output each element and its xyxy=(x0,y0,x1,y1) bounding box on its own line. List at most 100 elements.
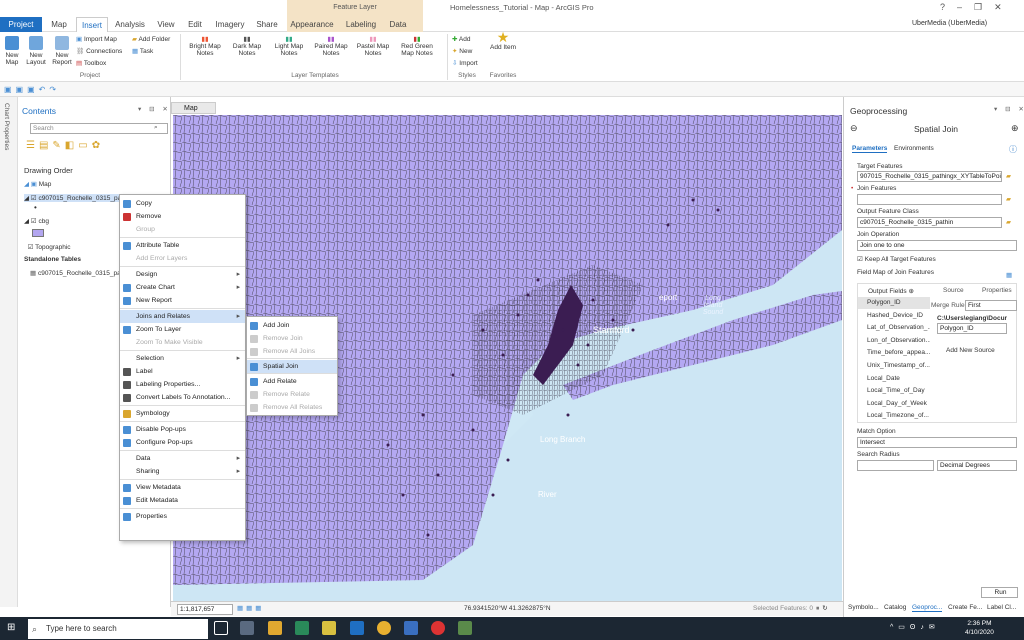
source-field-select[interactable]: Polygon_ID xyxy=(937,323,1007,334)
pane-controls[interactable]: ▾ ⊟ ✕ xyxy=(138,105,171,113)
menu-item-remove[interactable]: Remove xyxy=(120,210,245,223)
layer-cbg[interactable]: ◢ ☑ cbg xyxy=(24,217,49,225)
tab-analysis[interactable]: Analysis xyxy=(110,17,150,32)
user-account[interactable]: UberMedia (UberMedia) xyxy=(912,20,987,27)
menu-item-disable-pop-ups[interactable]: Disable Pop-ups xyxy=(120,423,245,436)
menu-item-properties[interactable]: Properties xyxy=(120,510,245,523)
add-new-source-button[interactable]: Add New Source xyxy=(946,347,995,354)
tab-share[interactable]: Share xyxy=(252,17,282,32)
output-field-item[interactable]: Time_before_appea... xyxy=(858,347,930,359)
map-nav-icons[interactable]: ▦▦▦ xyxy=(237,604,264,612)
import-map-button[interactable]: ▣ Import Map xyxy=(76,36,117,43)
file-explorer-icon[interactable] xyxy=(268,621,282,635)
menu-item-view-metadata[interactable]: View Metadata xyxy=(120,481,245,494)
app-icon[interactable] xyxy=(458,621,472,635)
menu-item-attribute-table[interactable]: Attribute Table xyxy=(120,239,245,252)
standalone-table-item[interactable]: ▦ c907015_Rochelle_0315_pathin xyxy=(30,269,131,277)
bottom-tab[interactable]: Label Cl... xyxy=(987,604,1016,611)
paired-map-notes-button[interactable]: ▮▮ Paired Map Notes xyxy=(312,36,350,57)
menu-item-selection[interactable]: Selection ▸ xyxy=(120,352,245,365)
styles-add-button[interactable]: ✚ Add xyxy=(452,36,470,43)
map-node[interactable]: ◢ ▣ Map xyxy=(24,180,51,188)
red-green-map-notes-button[interactable]: ▮▮ Red Green Map Notes xyxy=(396,36,438,57)
app-icon[interactable] xyxy=(322,621,336,635)
browse-folder-icon[interactable]: ▰ xyxy=(1006,195,1011,203)
pane-controls[interactable]: ▾ ⊟ ✕ xyxy=(994,105,1024,113)
tab-appearance[interactable]: Appearance xyxy=(288,17,336,32)
tab-parameters[interactable]: Parameters xyxy=(852,145,888,153)
menu-item-copy[interactable]: Copy xyxy=(120,197,245,210)
map-view-tab[interactable]: Map xyxy=(171,102,216,114)
bottom-tab[interactable]: Catalog xyxy=(884,604,906,611)
output-field-item[interactable]: Unix_Timestamp_of... xyxy=(858,360,930,372)
connections-button[interactable]: ⛓ Connections xyxy=(76,48,122,55)
taskbar-search-box[interactable]: Type here to search xyxy=(28,619,208,639)
properties-header[interactable]: Properties xyxy=(982,287,1012,294)
field-map-icon[interactable]: ▦ xyxy=(1006,271,1012,279)
browse-folder-icon[interactable]: ▰ xyxy=(1006,172,1011,180)
styles-new-button[interactable]: ✦ New xyxy=(452,48,472,55)
add-field-icon[interactable]: ⊕ xyxy=(908,288,913,295)
output-field-item[interactable]: Local_Date xyxy=(858,373,930,385)
output-field-item[interactable]: Local_Day_of_Week xyxy=(858,398,930,410)
menu-item-create-chart[interactable]: Create Chart ▸ xyxy=(120,281,245,294)
quick-access-icons[interactable]: ▣▣▣↶↷ xyxy=(4,85,60,94)
output-field-item[interactable]: Lon_of_Observation... xyxy=(858,335,930,347)
menu-item-new-report[interactable]: New Report xyxy=(120,294,245,307)
menu-item-sharing[interactable]: Sharing ▸ xyxy=(120,465,245,478)
add-favorite-item-button[interactable]: ★ Add Item xyxy=(490,30,516,51)
app-icon[interactable] xyxy=(295,621,309,635)
layer-topographic[interactable]: ☑ Topographic xyxy=(24,243,71,251)
add-folder-button[interactable]: ▰ Add Folder xyxy=(132,36,170,43)
menu-item-data[interactable]: Data ▸ xyxy=(120,452,245,465)
bottom-tab[interactable]: Create Fe... xyxy=(948,604,982,611)
chrome-icon[interactable] xyxy=(377,621,391,635)
output-feature-class-field[interactable]: c907015_Rochelle_0315_pathin xyxy=(857,217,1002,228)
bottom-tab[interactable]: Symbolo... xyxy=(848,604,879,611)
task-button[interactable]: ▦ Task xyxy=(132,48,153,55)
contents-search-input[interactable]: Search xyxy=(30,123,168,134)
menu-item-convert-labels-to-annotation[interactable]: Convert Labels To Annotation... xyxy=(120,391,245,404)
menu-item-label[interactable]: Label xyxy=(120,365,245,378)
tab-environments[interactable]: Environments xyxy=(894,145,934,152)
system-tray-icons[interactable]: ^▭ʘ♪✉ xyxy=(890,623,940,631)
arcgis-pro-icon[interactable] xyxy=(350,621,364,635)
tab-view[interactable]: View xyxy=(152,17,180,32)
cortana-icon[interactable] xyxy=(214,621,228,635)
merge-rule-select[interactable]: First xyxy=(965,300,1017,311)
pastel-map-notes-button[interactable]: ▮▮ Pastel Map Notes xyxy=(354,36,392,57)
menu-item-joins-and-relates[interactable]: Joins and Relates ▸ xyxy=(120,310,245,323)
output-field-item[interactable]: Lat_of_Observation_... xyxy=(858,322,930,334)
help-icon[interactable]: ⓘ xyxy=(1009,144,1017,155)
word-icon[interactable] xyxy=(404,621,418,635)
output-field-item[interactable]: Polygon_ID xyxy=(858,297,930,309)
menu-item-configure-pop-ups[interactable]: Configure Pop-ups xyxy=(120,436,245,449)
bright-map-notes-button[interactable]: ▮▮ Bright Map Notes xyxy=(186,36,224,57)
browse-folder-icon[interactable]: ▰ xyxy=(1006,218,1011,226)
search-radius-unit-select[interactable]: Decimal Degrees xyxy=(937,460,1017,471)
task-view-icon[interactable] xyxy=(240,621,254,635)
tab-edit[interactable]: Edit xyxy=(182,17,208,32)
contents-toolbar-icons[interactable]: ☰▤✎◧▭✿ xyxy=(26,140,104,151)
output-field-item[interactable]: Hashed_Device_ID xyxy=(858,310,930,322)
add-icon[interactable]: ⊕ xyxy=(1011,123,1019,134)
submenu-item-spatial-join[interactable]: Spatial Join xyxy=(247,360,337,373)
menu-item-edit-metadata[interactable]: Edit Metadata xyxy=(120,494,245,507)
dark-map-notes-button[interactable]: ▮▮ Dark Map Notes xyxy=(228,36,266,57)
scale-input[interactable]: 1:1,817,657 xyxy=(177,604,233,615)
source-header[interactable]: Source xyxy=(943,287,964,294)
back-icon[interactable]: ⊖ xyxy=(850,123,858,134)
chart-properties-tab[interactable]: Chart Properties xyxy=(3,103,10,150)
new-map-button[interactable]: New Map xyxy=(2,36,22,66)
light-map-notes-button[interactable]: ▮▮ Light Map Notes xyxy=(270,36,308,57)
tab-labeling[interactable]: Labeling xyxy=(340,17,382,32)
tab-map[interactable]: Map xyxy=(44,17,74,32)
submenu-item-add-relate[interactable]: Add Relate xyxy=(247,375,337,388)
menu-item-symbology[interactable]: Symbology xyxy=(120,407,245,420)
match-option-select[interactable]: Intersect xyxy=(857,437,1017,448)
styles-import-button[interactable]: ⇩ Import xyxy=(452,60,478,67)
tab-data[interactable]: Data xyxy=(385,17,411,32)
taskbar-clock[interactable]: 2:36 PM 4/10/2020 xyxy=(965,619,994,637)
bottom-tab[interactable]: Geoproc... xyxy=(912,604,943,612)
tab-project[interactable]: Project xyxy=(0,17,42,32)
